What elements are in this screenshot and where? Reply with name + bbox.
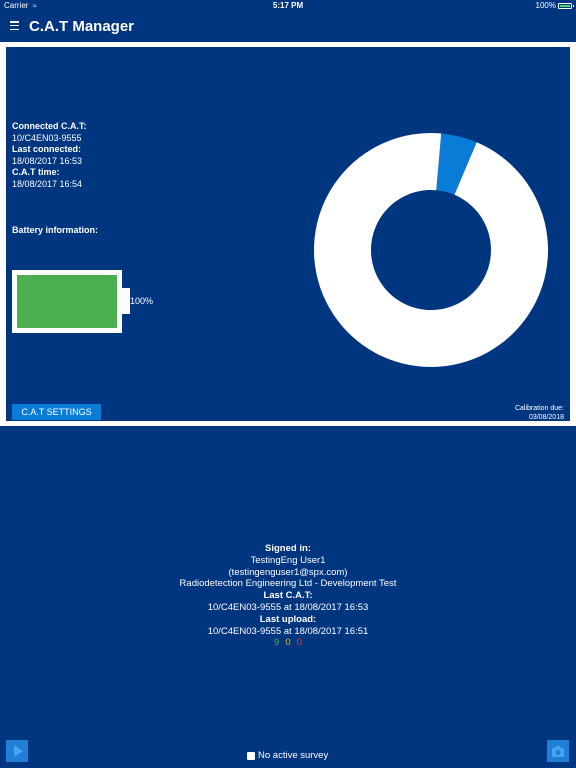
last-cat-value: 10/C4EN03-9555 at 18/08/2017 16:53 [207,601,369,613]
nav-bar: C.A.T Manager [0,12,576,42]
survey-status[interactable]: No active survey [247,750,328,761]
survey-label: No active survey [258,750,329,761]
organisation: Radiodetection Engineering Ltd - Develop… [179,578,397,590]
camera-button[interactable] [547,740,569,762]
battery-icon [558,3,574,9]
battery-indicator: 100% [535,0,574,12]
calibration-label: Calibration due: [514,405,564,412]
last-cat-label: Last C.A.T: [263,590,313,602]
user-email: (testingenguser1@spx.com) [228,566,348,578]
camera-icon [552,746,564,757]
signed-in-summary: Signed in: TestingEng User1 (testingengu… [0,543,576,649]
cat-time-value: 18/08/2017 16:54 [12,178,83,189]
device-info: Connected C.A.T: 10/C4EN03-9555 Last con… [12,121,87,190]
connected-cat-value: 10/C4EN03-9555 [12,132,82,143]
battery-gauge-tip [122,288,130,314]
user-name: TestingEng User1 [250,554,326,566]
donut-slice-1 [314,133,548,367]
page-title: C.A.T Manager [29,18,135,35]
status-counts: 900 [0,637,576,649]
status-time: 5:17 PM [272,1,304,10]
last-upload-label: Last upload: [259,613,317,625]
status-bar: Carrier ≈ 5:17 PM 100% [0,0,576,12]
battery-gauge-fill [17,275,117,328]
battery-info-label: Battery information: [12,225,99,235]
battery-percent-label: 100% [535,1,556,10]
menu-icon[interactable] [10,21,19,30]
device-card: Connected C.A.T: 10/C4EN03-9555 Last con… [0,42,576,426]
connected-cat-label: Connected C.A.T: [12,121,87,131]
battery-gauge [12,270,122,333]
cat-settings-button[interactable]: C.A.T SETTINGS [12,404,101,420]
survey-checkbox[interactable] [247,751,255,760]
calibration-info: Calibration due: 03/08/2018 [515,405,564,422]
count-yellow: 0 [285,637,291,649]
last-connected-value: 18/08/2017 16:53 [12,155,83,166]
device-panel: Connected C.A.T: 10/C4EN03-9555 Last con… [6,47,570,421]
last-upload-value: 10/C4EN03-9555 at 18/08/2017 16:51 [207,625,369,637]
count-red: 0 [296,637,302,649]
battery-percent: 100% [130,296,154,306]
last-connected-label: Last connected: [12,144,82,154]
count-green: 9 [274,637,280,649]
calibration-date: 03/08/2018 [528,413,564,421]
cat-time-label: C.A.T time: [12,167,60,177]
usage-donut-chart [314,133,548,367]
play-icon [14,745,23,757]
play-button[interactable] [6,740,28,762]
signed-in-label: Signed in: [265,543,311,554]
